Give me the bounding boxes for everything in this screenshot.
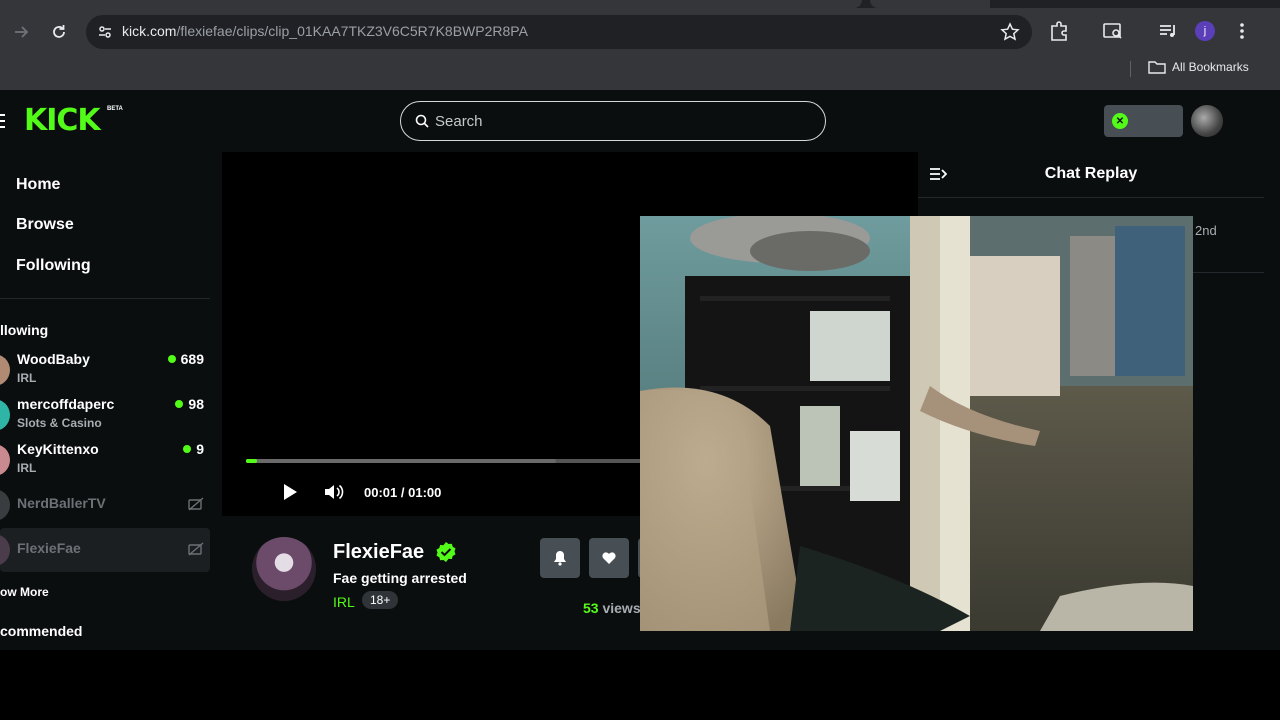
viewer-count: 689	[167, 351, 204, 367]
search-placeholder: Search	[435, 113, 483, 130]
avatar	[0, 534, 10, 566]
tab-search-icon[interactable]	[1102, 20, 1124, 42]
bookmark-star-icon[interactable]	[1000, 22, 1020, 42]
channel-name: WoodBaby	[17, 351, 90, 367]
recommended-heading: commended	[0, 623, 83, 639]
search-input[interactable]: Search	[400, 101, 826, 141]
offline-icon	[188, 497, 204, 511]
sidebar-channel-keykittenxo[interactable]: KeyKittenxo IRL 9	[0, 438, 210, 482]
progress-fill	[246, 459, 258, 463]
chat-title: Chat Replay	[1044, 165, 1138, 182]
user-avatar[interactable]	[1191, 105, 1223, 137]
avatar	[0, 354, 10, 386]
sidebar-item-following[interactable]: Following	[16, 257, 91, 275]
streamer-name[interactable]: FlexieFae	[333, 541, 424, 564]
chat-header: Chat Replay	[918, 152, 1264, 198]
kicks-coin-icon: ✕	[1112, 113, 1128, 129]
clip-title: Fae getting arrested	[333, 570, 467, 586]
time-display: 00:01 / 01:00	[364, 485, 442, 500]
views-count: 53 views	[583, 600, 641, 616]
browser-toolbar: kick.com/flexiefae/clips/clip_01KAA7TKZ3…	[0, 0, 1280, 90]
sidebar-channel-mercoffdaperc[interactable]: mercoffdaperc Slots & Casino 98	[0, 393, 210, 437]
folder-icon	[1148, 61, 1166, 74]
address-bar[interactable]: kick.com/flexiefae/clips/clip_01KAA7TKZ3…	[86, 15, 1032, 49]
channel-name: FlexieFae	[17, 540, 81, 556]
live-dot-icon	[175, 400, 184, 408]
all-bookmarks-label: All Bookmarks	[1172, 60, 1249, 74]
room-photo	[640, 216, 1193, 631]
channel-category: Slots & Casino	[17, 416, 102, 430]
mature-badge: 18+	[362, 591, 399, 609]
category-link[interactable]: IRL	[333, 594, 355, 610]
reload-icon[interactable]	[45, 18, 73, 46]
more-menu-icon[interactable]	[1231, 20, 1253, 42]
volume-icon[interactable]	[324, 483, 344, 501]
sidebar-item-home[interactable]: Home	[16, 176, 60, 194]
channel-name: KeyKittenxo	[17, 441, 99, 457]
avatar	[0, 444, 10, 476]
bookmarks-divider	[1130, 61, 1131, 77]
forward-icon[interactable]	[7, 18, 35, 46]
show-more-link[interactable]: ow More	[0, 585, 49, 599]
like-button[interactable]	[589, 538, 629, 578]
channel-category: IRL	[17, 461, 37, 475]
viewer-count: 98	[175, 396, 204, 412]
all-bookmarks-button[interactable]: All Bookmarks	[1148, 59, 1249, 75]
offline-icon	[188, 542, 204, 556]
menu-icon[interactable]	[0, 114, 5, 128]
url-text: kick.com/flexiefae/clips/clip_01KAA7TKZ3…	[122, 23, 528, 39]
profile-avatar[interactable]: j	[1195, 21, 1215, 41]
webcam-overlay	[640, 216, 1193, 631]
notify-button[interactable]	[540, 538, 580, 578]
kick-logo[interactable]: KICK	[24, 106, 101, 136]
sidebar-channel-nerdballertv[interactable]: NerdBallerTV	[0, 483, 210, 527]
following-heading: llowing	[0, 322, 49, 338]
viewer-count: 9	[183, 441, 204, 457]
extensions-icon[interactable]	[1048, 20, 1070, 42]
sidebar-channel-woodbaby[interactable]: WoodBaby IRL 689	[0, 348, 210, 392]
heart-icon	[602, 552, 616, 564]
inactive-tab[interactable]	[870, 0, 990, 8]
buffer-bar	[246, 459, 557, 463]
channel-name: mercoffdaperc	[17, 396, 115, 412]
channel-name: NerdBallerTV	[17, 495, 106, 511]
verified-badge-icon	[436, 542, 456, 562]
site-info-icon[interactable]	[96, 23, 114, 41]
kicks-button[interactable]: ✕	[1104, 105, 1183, 137]
sidebar-channel-flexiefae[interactable]: FlexieFae	[0, 528, 210, 572]
live-dot-icon	[183, 445, 192, 453]
beta-badge: BETA	[107, 106, 123, 112]
chat-message-fragment: 2nd	[1195, 223, 1217, 238]
avatar	[0, 399, 10, 431]
tab-strip	[0, 0, 1280, 8]
active-tab[interactable]	[0, 0, 862, 8]
sidebar-item-browse[interactable]: Browse	[16, 216, 74, 234]
sidebar: Home Browse Following llowing WoodBaby I…	[0, 152, 222, 650]
streamer-avatar[interactable]	[252, 537, 316, 601]
avatar	[0, 489, 10, 521]
bell-icon	[554, 551, 566, 566]
channel-category: IRL	[17, 371, 37, 385]
search-icon	[415, 114, 429, 128]
bookmarks-bar: All Bookmarks	[0, 55, 1280, 83]
sidebar-divider	[0, 298, 210, 299]
play-icon[interactable]	[282, 483, 298, 501]
media-control-icon[interactable]	[1157, 20, 1179, 42]
live-dot-icon	[167, 355, 176, 363]
